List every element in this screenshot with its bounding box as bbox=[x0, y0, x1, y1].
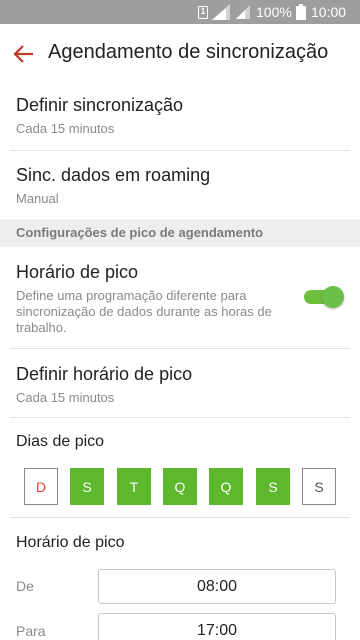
signal-strength-icon bbox=[212, 0, 232, 24]
sim-card-icon: 1 bbox=[198, 0, 208, 24]
peak-sync-value: Cada 15 minutos bbox=[16, 390, 115, 405]
divider bbox=[10, 348, 350, 349]
sync-setting-title: Definir sincronização bbox=[16, 95, 184, 115]
roaming-sync-title: Sinc. dados em roaming bbox=[16, 165, 211, 185]
peak-hours-title: Horário de pico bbox=[16, 534, 125, 551]
peak-time-switch[interactable] bbox=[304, 284, 344, 310]
peak-time-title: Horário de pico bbox=[16, 262, 139, 282]
peak-days-selector: D S T Q Q S S bbox=[24, 468, 340, 505]
sync-setting-value: Cada 15 minutos bbox=[16, 121, 115, 136]
battery-icon bbox=[296, 0, 306, 24]
divider bbox=[10, 150, 350, 151]
arrow-left-icon[interactable] bbox=[10, 40, 38, 68]
switch-thumb bbox=[322, 286, 344, 308]
peak-time-description: Define uma programação diferente para si… bbox=[16, 288, 272, 335]
day-toggle-friday[interactable]: S bbox=[256, 468, 290, 505]
section-header-label: Configurações de pico de agendamento bbox=[16, 225, 264, 240]
section-header: Configurações de pico de agendamento bbox=[0, 219, 360, 247]
day-toggle-wednesday[interactable]: Q bbox=[163, 468, 197, 505]
screen: 1 100% 10:00 Agendamento de sincronizaçã… bbox=[0, 0, 360, 640]
page-title: Agendamento de sincronização bbox=[48, 41, 329, 63]
status-time: 10:00 bbox=[311, 4, 347, 20]
sync-setting-item[interactable]: Definir sincronização Cada 15 minutos bbox=[16, 95, 350, 136]
peak-sync-title: Definir horário de pico bbox=[16, 364, 193, 384]
roaming-sync-value: Manual bbox=[16, 191, 59, 206]
battery-percentage: 100% bbox=[256, 4, 292, 20]
from-time-button[interactable]: 08:00 bbox=[98, 569, 336, 604]
peak-sync-setting-item[interactable]: Definir horário de pico Cada 15 minutos bbox=[16, 364, 350, 405]
peak-days-title: Dias de pico bbox=[16, 433, 105, 450]
status-bar: 1 100% 10:00 bbox=[0, 0, 360, 24]
day-toggle-saturday[interactable]: S bbox=[302, 468, 336, 505]
divider bbox=[10, 417, 350, 418]
day-toggle-sunday[interactable]: D bbox=[24, 468, 58, 505]
day-toggle-tuesday[interactable]: T bbox=[117, 468, 151, 505]
divider bbox=[10, 517, 350, 518]
to-label: Para bbox=[16, 623, 46, 639]
roaming-sync-item[interactable]: Sinc. dados em roaming Manual bbox=[16, 165, 350, 206]
day-toggle-monday[interactable]: S bbox=[70, 468, 104, 505]
day-toggle-thursday[interactable]: Q bbox=[209, 468, 243, 505]
to-time-button[interactable]: 17:00 bbox=[98, 613, 336, 640]
app-bar: Agendamento de sincronização bbox=[0, 24, 360, 84]
signal-strength-2-icon bbox=[236, 0, 252, 24]
peak-time-toggle-item[interactable]: Horário de pico Define uma programação d… bbox=[16, 262, 350, 336]
sim-label: 1 bbox=[198, 5, 208, 19]
from-label: De bbox=[16, 578, 34, 594]
